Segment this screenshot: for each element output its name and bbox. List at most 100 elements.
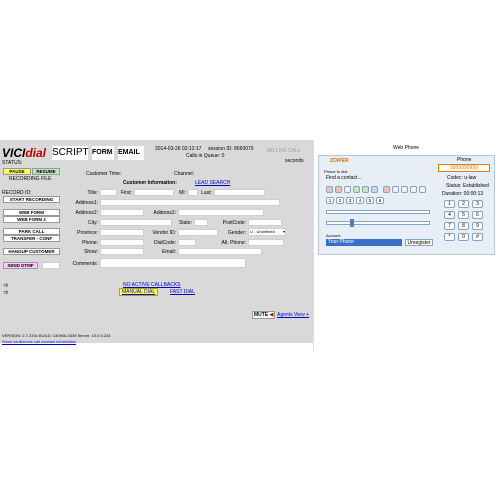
gender-select[interactable]: U - Undefined ▾ — [248, 228, 286, 236]
vicidial-logo: VICIdial — [2, 146, 48, 160]
keypad-key[interactable]: 5 — [458, 211, 469, 219]
call-duration: Duration: 00:00:13 — [442, 191, 484, 197]
calls-in-queue: Calls in Queue: 0 — [186, 153, 225, 159]
phone-hold-icon[interactable] — [344, 186, 351, 193]
unregister-button[interactable]: Unregister — [405, 239, 433, 246]
vendor-id-input[interactable] — [178, 229, 218, 236]
postcode-input[interactable] — [248, 219, 282, 226]
line-2-button[interactable]: 2 — [336, 197, 344, 204]
microphone-level-slider[interactable] — [326, 210, 430, 214]
comments-textarea[interactable] — [100, 258, 246, 268]
pause-button[interactable]: PAUSE — [3, 168, 31, 175]
resume-button[interactable]: RESUME — [32, 168, 60, 175]
keypad-key[interactable]: 9 — [472, 222, 483, 230]
phone-mute-icon[interactable] — [383, 186, 390, 193]
dialcode-input[interactable] — [178, 239, 196, 246]
address2-input[interactable] — [100, 209, 144, 216]
keypad-key[interactable]: 1 — [444, 200, 455, 208]
tab-form[interactable]: FORM — [92, 146, 114, 160]
transfer-conf-button[interactable]: TRANSFER - CONF — [3, 235, 60, 242]
send-dtmf-button[interactable]: SEND DTMF — [3, 262, 38, 269]
phone-call-icon[interactable] — [353, 186, 360, 193]
volume-slider-handle[interactable] — [350, 219, 354, 227]
lead-search-link[interactable]: LEAD SEARCH — [195, 180, 230, 186]
keypad-key[interactable]: 7 — [444, 222, 455, 230]
keypad-key[interactable]: # — [472, 233, 483, 241]
title-label: Title: — [87, 190, 98, 196]
speaker-volume-slider[interactable] — [326, 221, 430, 225]
keypad-key[interactable]: 3 — [472, 200, 483, 208]
mi-label: MI: — [179, 190, 186, 196]
phone-input[interactable] — [100, 239, 144, 246]
chevron-down-icon: ▾ — [282, 229, 285, 234]
datetime: 2014-03-26 02:12:17 — [155, 146, 202, 152]
address1-input[interactable] — [100, 199, 280, 206]
callbacks-icon: ⇉ — [3, 283, 9, 289]
phone-answer-icon[interactable] — [362, 186, 369, 193]
dialed-number-display: 9999999999 — [438, 164, 490, 172]
keypad-key[interactable]: * — [444, 233, 455, 241]
state-label: State: — [178, 220, 192, 226]
dial-icon: ⇉ — [3, 290, 9, 296]
mi-input[interactable] — [188, 189, 198, 196]
state-input[interactable] — [194, 219, 208, 226]
line-6-button[interactable]: 6 — [376, 197, 384, 204]
address1-label: Address1: — [75, 200, 98, 206]
web-phone-title: Web Phone — [393, 145, 420, 151]
customer-information-label: Customer Information: — [123, 180, 177, 186]
last-label: Last: — [201, 190, 212, 196]
gender-select-value: U - Undefined — [250, 229, 275, 234]
tab-script[interactable]: SCRIPT — [52, 146, 89, 160]
web-form-button[interactable]: WEB FORM — [3, 209, 60, 216]
dtmf-input[interactable] — [42, 262, 60, 269]
park-call-button[interactable]: PARK CALL — [3, 228, 60, 235]
seconds-label: seconds — [285, 158, 304, 164]
start-recording-button[interactable]: START RECORDING — [3, 196, 60, 203]
web-form-2-button[interactable]: WEB FORM 2 — [3, 216, 60, 223]
mute-label: MUTE — [254, 312, 269, 318]
keypad-key[interactable]: 4 — [444, 211, 455, 219]
phone-history-icon[interactable] — [401, 186, 408, 193]
tab-email[interactable]: EMAIL — [118, 146, 144, 160]
account-select[interactable]: Your Phone — [326, 239, 402, 246]
phone-hangup-icon[interactable] — [326, 186, 333, 193]
line-1-button[interactable]: 1 — [326, 197, 334, 204]
call-status: Status: Established — [446, 183, 489, 189]
channel-label: Channel: — [174, 171, 195, 177]
city-input[interactable] — [100, 219, 172, 226]
alt-phone-input[interactable] — [248, 239, 284, 246]
phone-conference-icon[interactable] — [419, 186, 426, 193]
email-input[interactable] — [178, 248, 262, 255]
keypad-key[interactable]: 2 — [458, 200, 469, 208]
last-name-input[interactable] — [214, 189, 265, 196]
mute-button[interactable]: MUTE ◀ — [252, 311, 276, 319]
address3-input[interactable] — [178, 209, 264, 216]
line-4-button[interactable]: 4 — [356, 197, 364, 204]
province-label: Province: — [77, 230, 98, 236]
province-input[interactable] — [100, 229, 144, 236]
phone-reject-icon[interactable] — [335, 186, 342, 193]
first-name-input[interactable] — [134, 189, 174, 196]
line-3-button[interactable]: 3 — [346, 197, 354, 204]
agents-view-link[interactable]: Agents View + — [277, 312, 309, 318]
phone-contacts-icon[interactable] — [392, 186, 399, 193]
phone-transfer-icon[interactable] — [371, 186, 378, 193]
find-contact-input[interactable]: Find a contact... — [326, 175, 362, 181]
phone-label: Phone: — [82, 240, 98, 246]
hangup-customer-button[interactable]: HANGUP CUSTOMER — [3, 248, 60, 255]
manual-dial-button[interactable]: MANUAL DIAL — [119, 288, 159, 296]
line-5-button[interactable]: 5 — [366, 197, 374, 204]
keypad-key[interactable]: 6 — [472, 211, 483, 219]
speaker-icon: ◀ — [268, 312, 274, 318]
zoiper-logo: ZOIPER — [330, 158, 349, 164]
title-input[interactable] — [100, 189, 117, 196]
conference-info-link[interactable]: Show conference call channel information — [2, 339, 76, 345]
phone-settings-icon[interactable] — [410, 186, 417, 193]
keypad-key[interactable]: 8 — [458, 222, 469, 230]
fast-dial-link[interactable]: FAST DIAL — [170, 289, 195, 295]
status-phone-label: Phone — [457, 157, 472, 163]
no-live-call-status: NO LIVE CALL — [267, 148, 301, 154]
recording-file-label: RECORDING FILE — [9, 176, 52, 182]
keypad-key[interactable]: 0 — [458, 233, 469, 241]
show-input[interactable] — [100, 248, 144, 255]
